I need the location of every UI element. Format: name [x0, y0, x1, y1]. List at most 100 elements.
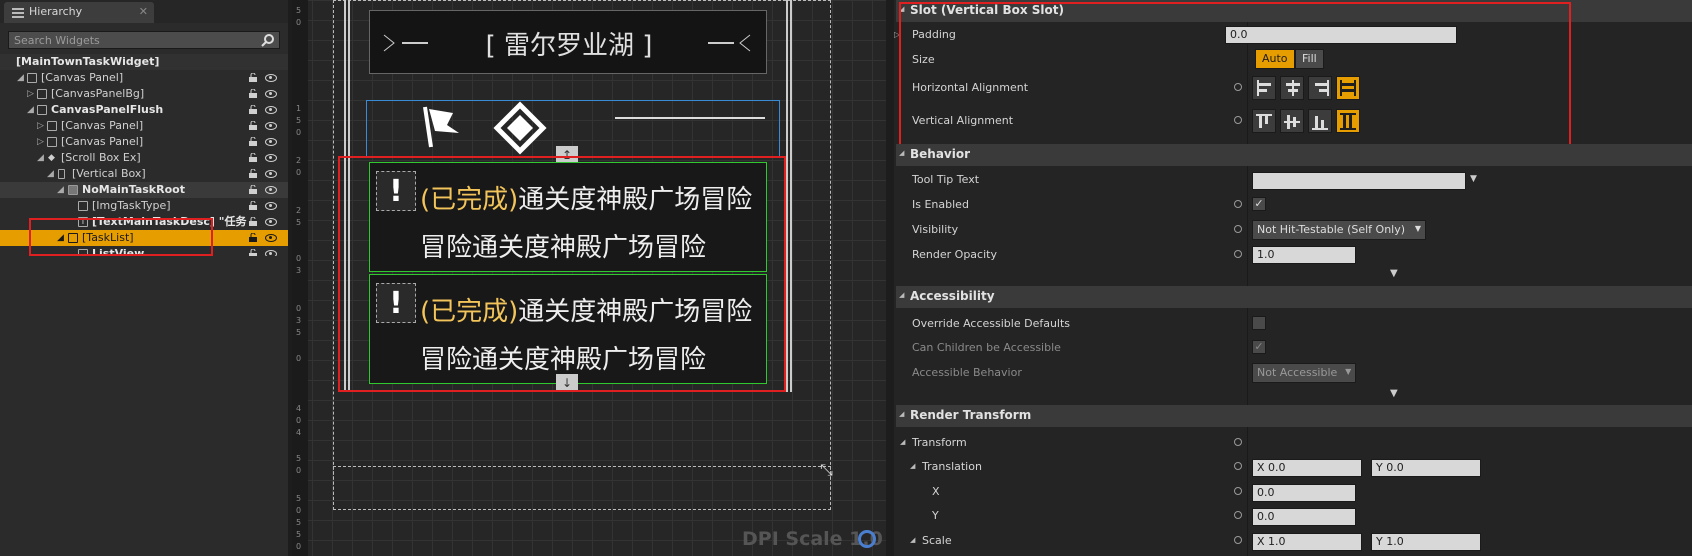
visibility-value: Not Hit-Testable (Self Only) [1257, 223, 1406, 236]
translation-x-input[interactable]: X 0.0 [1252, 459, 1362, 477]
unlock-icon[interactable] [248, 169, 258, 178]
tree-row[interactable]: ▷ [CanvasPanelBg] [0, 86, 288, 102]
unlock-icon[interactable] [248, 201, 258, 210]
canvas-icon [27, 73, 37, 83]
unlock-icon[interactable] [248, 73, 258, 82]
scale-y-input[interactable]: Y 1.0 [1371, 533, 1481, 551]
ruler-tick: 0 [296, 542, 302, 551]
right-ornament-icon [708, 34, 751, 52]
tree-row[interactable]: ◢ NoMainTaskRoot [0, 182, 288, 198]
tree-row[interactable]: ◢ ◆ [Scroll Box Ex] [0, 150, 288, 166]
translation-x-value: 0.0 [1268, 461, 1286, 474]
ruler-tick: 0 [296, 168, 302, 177]
eye-icon[interactable] [265, 170, 277, 178]
y-input[interactable]: 0.0 [1252, 508, 1356, 526]
scale-x-input[interactable]: X 1.0 [1252, 533, 1362, 551]
canvas-icon [37, 105, 47, 115]
prop-label: Tool Tip Text [912, 173, 980, 186]
override-checkbox[interactable] [1252, 316, 1266, 330]
collapse-arrow-icon[interactable]: ◢ [900, 438, 905, 446]
reset-icon[interactable] [1234, 536, 1242, 544]
eye-icon[interactable] [265, 90, 277, 98]
ruler-tick: 5 [296, 6, 302, 15]
unlock-icon[interactable] [248, 105, 258, 114]
close-icon[interactable]: ✕ [139, 5, 148, 18]
unlock-icon[interactable] [248, 217, 258, 226]
collapse-arrow-icon[interactable]: ◢ [37, 150, 44, 166]
ruler-tick: 5 [296, 530, 302, 539]
tree-row[interactable]: ▷ [Canvas Panel] [0, 118, 288, 134]
expand-arrow-icon[interactable]: ▷ [27, 86, 34, 102]
tree-row[interactable]: [ImgTaskType] [0, 198, 288, 214]
eye-icon[interactable] [265, 106, 277, 114]
reset-icon[interactable] [1234, 462, 1242, 470]
collapse-arrow-icon[interactable]: ◢ [910, 462, 915, 470]
y-prefix: Y [1376, 461, 1387, 474]
unlock-icon[interactable] [248, 233, 258, 242]
collapse-arrow-icon[interactable]: ◢ [47, 166, 54, 182]
tree-row[interactable]: ▷ [Canvas Panel] [0, 134, 288, 150]
canvas-icon [37, 89, 47, 99]
x-input[interactable]: 0.0 [1252, 484, 1356, 502]
hierarchy-tab[interactable]: Hierarchy ✕ [4, 2, 154, 23]
enabled-checkbox[interactable]: ✓ [1252, 197, 1266, 211]
eye-icon[interactable] [265, 138, 277, 146]
reset-icon[interactable] [1234, 225, 1242, 233]
highlight-box [29, 218, 213, 256]
translation-y-input[interactable]: Y 0.0 [1371, 459, 1481, 477]
unlock-icon[interactable] [248, 137, 258, 146]
ruler-tick: 2 [296, 156, 302, 165]
eye-icon[interactable] [265, 186, 277, 194]
section-accessibility[interactable]: Accessibility [896, 286, 1692, 308]
unlock-icon[interactable] [248, 185, 258, 194]
tooltip-input[interactable] [1252, 172, 1466, 190]
ruler-tick: 3 [296, 316, 302, 325]
tree-row[interactable]: ◢ [Canvas Panel] [0, 70, 288, 86]
unlock-icon[interactable] [248, 249, 258, 256]
collapse-arrow-icon[interactable]: ◢ [910, 536, 915, 544]
unlock-icon[interactable] [248, 121, 258, 130]
prop-label: Override Accessible Defaults [912, 317, 1071, 330]
prop-label: Can Children be Accessible [912, 341, 1061, 354]
eye-icon[interactable] [265, 154, 277, 162]
acc-behavior-value: Not Accessible [1257, 366, 1338, 379]
opacity-input[interactable]: 1.0 [1252, 246, 1356, 264]
emblem-icon [493, 101, 547, 155]
collapse-arrow-icon[interactable]: ◢ [17, 70, 24, 86]
collapse-arrow-icon[interactable]: ◢ [57, 182, 64, 198]
eye-icon[interactable] [265, 202, 277, 210]
tree-row[interactable]: ◢ CanvasPanelFlush [0, 102, 288, 118]
dropdown-arrow-icon[interactable]: ▼ [1470, 174, 1477, 184]
ruler-tick: 0 [296, 354, 302, 363]
expand-more-icon[interactable]: ▼ [1390, 268, 1398, 279]
reset-icon[interactable] [1234, 200, 1242, 208]
reset-icon[interactable] [1234, 250, 1242, 258]
tree-label: [CanvasPanelBg] [51, 87, 145, 100]
resize-handle-icon[interactable]: ⤡ [820, 460, 833, 480]
eye-icon[interactable] [265, 74, 277, 82]
eye-icon[interactable] [265, 250, 277, 256]
expand-arrow-icon[interactable]: ▷ [37, 134, 44, 150]
reset-icon[interactable] [1234, 438, 1242, 446]
eye-icon[interactable] [265, 234, 277, 242]
expand-arrow-icon[interactable]: ▷ [37, 118, 44, 134]
tree-row-root[interactable]: [MainTownTaskWidget] [0, 54, 288, 70]
search-icon [261, 34, 274, 47]
visibility-select[interactable]: Not Hit-Testable (Self Only) ▼ [1252, 220, 1427, 240]
reset-icon[interactable] [1234, 511, 1242, 519]
eye-icon[interactable] [265, 122, 277, 130]
gear-icon[interactable] [858, 530, 876, 548]
prop-children: Can Children be Accessible [896, 336, 1692, 360]
reset-icon[interactable] [1234, 487, 1242, 495]
search-input[interactable]: Search Widgets [8, 31, 280, 49]
unlock-icon[interactable] [248, 153, 258, 162]
expand-more-icon[interactable]: ▼ [1390, 388, 1398, 399]
tree-row[interactable]: ◢ [Vertical Box] [0, 166, 288, 182]
section-render-transform[interactable]: Render Transform [896, 405, 1692, 427]
tree-label: NoMainTaskRoot [82, 183, 185, 196]
unlock-icon[interactable] [248, 89, 258, 98]
ruler-tick: 4 [296, 428, 302, 437]
collapse-arrow-icon[interactable]: ◢ [27, 102, 34, 118]
section-behavior[interactable]: Behavior [896, 144, 1692, 166]
eye-icon[interactable] [265, 218, 277, 226]
